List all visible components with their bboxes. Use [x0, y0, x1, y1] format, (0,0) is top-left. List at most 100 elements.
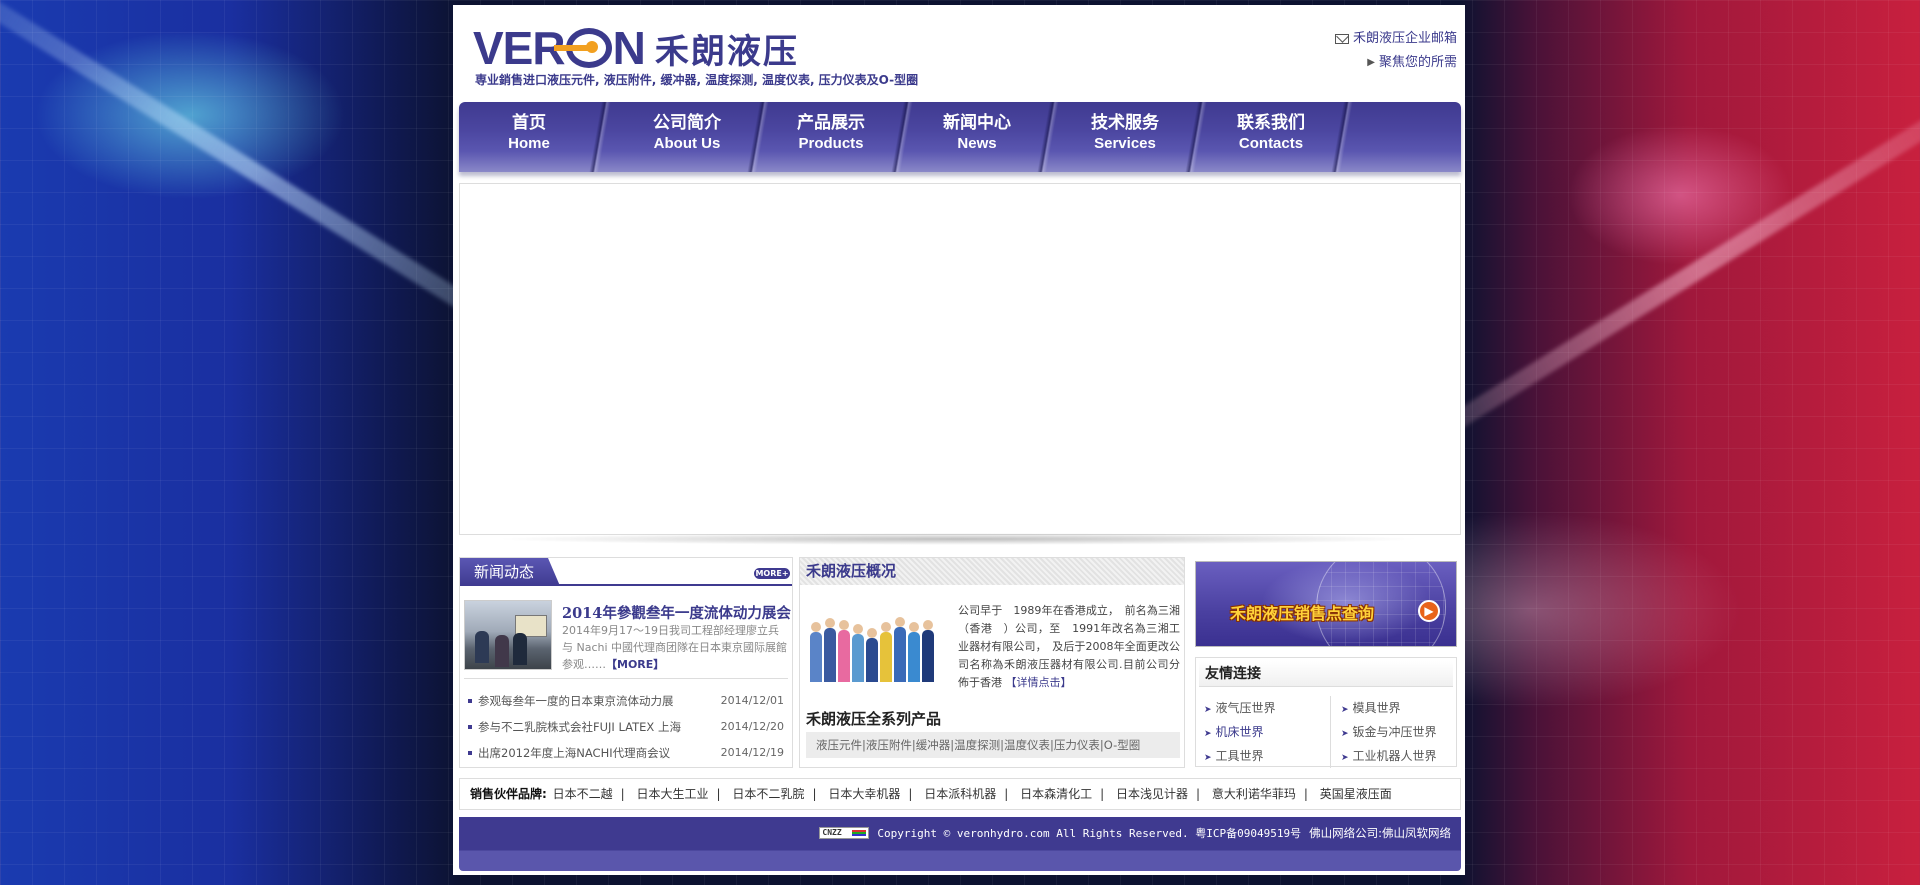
product-series-title: 禾朗液压全系列产品	[806, 710, 942, 728]
news-more-button[interactable]: MORE+	[754, 568, 790, 579]
brand-link[interactable]: 日本不二乳脘	[732, 787, 804, 801]
team-photo-figure	[824, 618, 836, 682]
page-container: VER N 禾朗液压 専业銷售进口液压元件, 液压附件, 缓冲器, 温度探测, 温…	[453, 5, 1465, 875]
arrow-right-icon: ▶	[1367, 57, 1375, 68]
sales-point-label: 禾朗液压销售点查询	[1230, 604, 1375, 623]
nav-contacts[interactable]: 联系我们 Contacts	[1211, 112, 1331, 154]
brand-link[interactable]: 日本浅见计器	[1116, 787, 1188, 801]
brand-link[interactable]: 日本不二越	[553, 787, 613, 801]
brand-separator: |	[1303, 787, 1308, 801]
logo-english: VER N	[473, 22, 646, 74]
friend-link-label: 机床世界	[1215, 725, 1264, 739]
nav-about-cn: 公司简介	[653, 113, 721, 133]
brand-link[interactable]: 日本大生工业	[637, 787, 709, 801]
friend-link[interactable]: ➤ 工具世界	[1204, 744, 1324, 768]
friend-link[interactable]: ➤ 工业机器人世界	[1341, 744, 1450, 768]
nav-separator	[583, 102, 617, 172]
footer-content: CNZZ Copyright © veronhydro.com All Righ…	[819, 825, 1451, 841]
nav-services-en: Services	[1094, 135, 1156, 152]
partner-brands: 销售伙伴品牌: 日本不二越 | 日本大生工业 | 日本不二乳脘 | 日本大幸机器 | 日…	[459, 778, 1461, 810]
news-featured-text: 2014年9月17～19日我司工程部经理廖立兵与 Nachi 中國代理商团隊在日…	[562, 624, 788, 671]
nav-separator	[741, 102, 775, 172]
enterprise-mail-link[interactable]: 禾朗液压企业邮箱	[1334, 27, 1457, 51]
news-item-date: 2014/12/20	[720, 720, 784, 733]
news-item-title: 参观每叁年一度的日本東京流体动力展	[478, 694, 674, 708]
bullet-icon	[468, 698, 472, 703]
nav-products[interactable]: 产品展示 Products	[771, 112, 891, 154]
site-logo[interactable]: VER N 禾朗液压	[473, 23, 799, 73]
friend-link[interactable]: ➤ 机床世界	[1204, 720, 1324, 744]
about-panel: 禾朗液压概况 公司早于 1989年在香港成立， 前名為三湘（香港 ）公司，至 1…	[799, 557, 1185, 768]
brand-separator: |	[908, 787, 913, 801]
news-divider	[464, 678, 788, 679]
news-list: 参观每叁年一度的日本東京流体动力展 2014/12/01 参与不二乳脘株式会社F…	[464, 688, 788, 766]
friend-links: 友情连接 ➤ 液气压世界 ➤ 机床世界 ➤ 工具世界 ➤ 模具世界 ➤ 钣金与冲压世界 ➤…	[1195, 657, 1457, 768]
nav-home[interactable]: 首页 Home	[469, 112, 589, 154]
team-photo-figure	[810, 622, 822, 682]
header-links: 禾朗液压企业邮箱 ▶ 聚焦您的所需	[1334, 27, 1457, 75]
news-panel: 新闻动态 MORE+ 2014年參觀叁年一度流体动力展会 2014年9月17～1…	[459, 557, 793, 768]
friend-link-label: 工具世界	[1215, 749, 1264, 763]
right-panel: 禾朗液压销售点查询 ▶ 友情连接 ➤ 液气压世界 ➤ 机床世界 ➤ 工具世界 ➤ 模具世…	[1191, 557, 1461, 768]
sales-point-banner[interactable]: 禾朗液压销售点查询 ▶	[1195, 561, 1457, 647]
nav-news-en: News	[957, 135, 997, 152]
focus-needs-label: 聚焦您的所需	[1378, 55, 1457, 70]
partner-brands-label: 销售伙伴品牌:	[470, 787, 547, 801]
brand-link[interactable]: 英国星液压面	[1320, 787, 1392, 801]
about-summary: 公司早于 1989年在香港成立， 前名為三湘（香港 ）公司，至 1991年改名為…	[958, 602, 1180, 692]
brand-link[interactable]: 日本大幸机器	[828, 787, 900, 801]
brand-link[interactable]: 日本森清化工	[1020, 787, 1092, 801]
site-footer: CNZZ Copyright © veronhydro.com All Righ…	[459, 817, 1461, 871]
nav-services[interactable]: 技术服务 Services	[1065, 112, 1185, 154]
news-title: 新闻动态	[460, 558, 560, 586]
news-featured-summary: 2014年9月17～19日我司工程部经理廖立兵与 Nachi 中國代理商团隊在日…	[562, 622, 788, 674]
nav-separator	[1325, 102, 1359, 172]
about-detail-link[interactable]: 【详情点击】	[1006, 676, 1072, 689]
agency-link[interactable]: 佛山网络公司:佛山凤软网络	[1309, 825, 1451, 841]
friend-link[interactable]: ➤ 钣金与冲压世界	[1341, 720, 1450, 744]
triangle-right-icon: ➤	[1204, 753, 1212, 763]
mail-icon	[1334, 34, 1349, 44]
about-title: 禾朗液压概况	[800, 558, 1184, 585]
product-series-list[interactable]: 液压元件|液压附件|缓冲器|温度探测|温度仪表|压力仪表|O-型圈	[806, 732, 1180, 758]
site-slogan: 専业銷售进口液压元件, 液压附件, 缓冲器, 温度探测, 温度仪表, 压力仪表及…	[475, 73, 919, 87]
news-header: 新闻动态 MORE+	[460, 558, 792, 586]
nav-about[interactable]: 公司简介 About Us	[627, 112, 747, 154]
brand-link[interactable]: 意大利诺华菲玛	[1212, 787, 1296, 801]
triangle-right-icon: ➤	[1341, 705, 1349, 715]
nav-products-cn: 产品展示	[797, 113, 865, 133]
team-photo-figure	[852, 624, 864, 682]
triangle-right-icon: ➤	[1204, 705, 1212, 715]
triangle-right-icon: ➤	[1341, 729, 1349, 739]
brand-separator: |	[716, 787, 721, 801]
team-photo-figure	[908, 622, 920, 682]
list-item[interactable]: 参观每叁年一度的日本東京流体动力展 2014/12/01	[464, 688, 788, 714]
friend-link[interactable]: ➤ 模具世界	[1341, 696, 1450, 720]
team-photo-figure	[894, 617, 906, 682]
news-featured-more-link[interactable]: 【MORE】	[606, 658, 664, 671]
news-featured-image[interactable]	[464, 600, 552, 670]
team-photo-figure	[880, 622, 892, 682]
news-item-date: 2014/12/01	[720, 694, 784, 707]
main-nav: 首页 Home 公司简介 About Us 产品展示 Products 新闻中心…	[459, 102, 1461, 172]
nav-about-en: About Us	[653, 135, 721, 152]
cnzz-stats-badge[interactable]: CNZZ	[819, 827, 870, 839]
list-item[interactable]: 参与不二乳脘株式会社FUJI LATEX 上海 2014/12/20	[464, 714, 788, 740]
nav-separator	[885, 102, 919, 172]
brand-link[interactable]: 日本派科机器	[924, 787, 996, 801]
logo-chinese: 禾朗液压	[654, 31, 799, 72]
friend-link-label: 模具世界	[1352, 701, 1401, 715]
team-photo-figure	[866, 628, 878, 682]
team-photo	[808, 610, 942, 682]
news-item-title: 参与不二乳脘株式会社FUJI LATEX 上海	[478, 720, 681, 734]
news-featured: 2014年參觀叁年一度流体动力展会 2014年9月17～19日我司工程部经理廖立…	[464, 600, 791, 674]
friend-links-title: 友情连接	[1199, 661, 1453, 687]
bullet-icon	[468, 750, 472, 755]
nav-news[interactable]: 新闻中心 News	[917, 112, 1037, 154]
friend-link[interactable]: ➤ 液气压世界	[1204, 696, 1324, 720]
focus-needs-link[interactable]: ▶ 聚焦您的所需	[1335, 51, 1457, 75]
list-item[interactable]: 出席2012年度上海NACHI代理商会议 2014/12/19	[464, 740, 788, 766]
news-featured-title[interactable]: 2014年參觀叁年一度流体动力展会	[562, 602, 791, 623]
triangle-right-icon: ➤	[1204, 729, 1212, 739]
brand-separator: |	[620, 787, 625, 801]
